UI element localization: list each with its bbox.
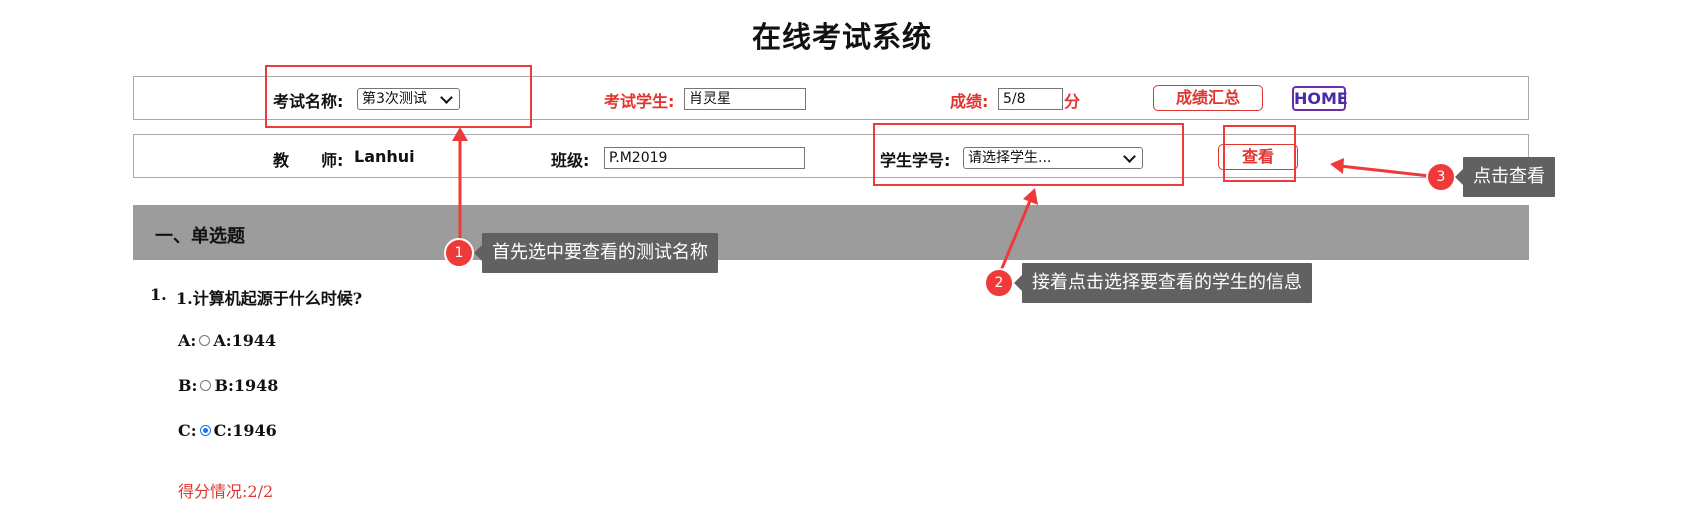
annotation-3-tooltip: 点击查看 [1455, 157, 1555, 197]
annotation-arrows [452, 127, 1431, 274]
annotation-1-tooltip: 首先选中要查看的测试名称 [474, 233, 718, 273]
annotation-2-tooltip: 接着点击选择要查看的学生的信息 [1014, 263, 1312, 303]
annotation-3-badge: 3 [1426, 162, 1456, 192]
arrow-3-head [1330, 158, 1344, 174]
annotation-2-badge: 2 [984, 268, 1014, 298]
annotation-1-badge: 1 [444, 238, 474, 268]
arrow-1-head [452, 127, 468, 141]
arrow-2-line [998, 195, 1034, 274]
arrow-3-line [1339, 164, 1431, 178]
